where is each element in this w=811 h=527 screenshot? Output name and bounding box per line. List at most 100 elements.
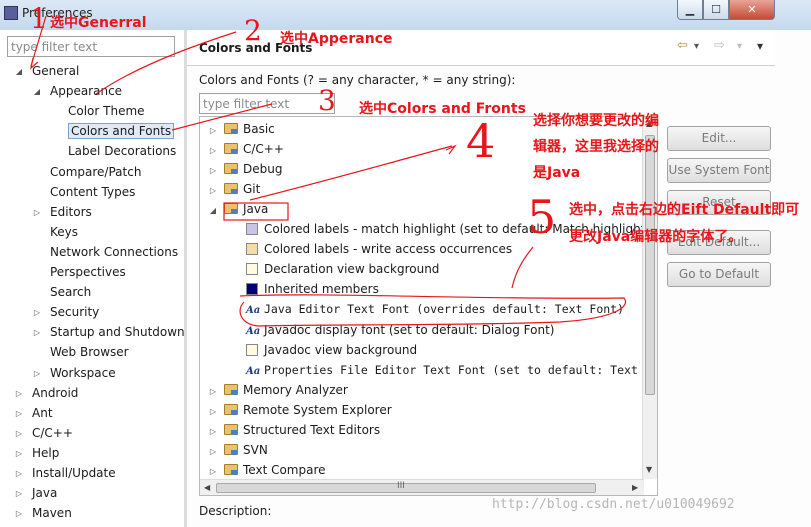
collapsed-twisty-icon[interactable]: ▷ bbox=[14, 444, 24, 463]
scroll-left-icon[interactable]: ◀ bbox=[204, 483, 210, 492]
color-font-tree-item[interactable]: Aa Properties File Editor Text Font (set … bbox=[246, 361, 657, 380]
vertical-scroll-thumb[interactable] bbox=[645, 135, 655, 395]
color-swatch-icon bbox=[246, 343, 258, 356]
pref-tree-item[interactable]: ▷ Maven bbox=[14, 504, 72, 523]
pref-tree-item[interactable]: Colors and Fonts bbox=[50, 122, 175, 141]
step-5-note-line1: 选中，点击右边的Eift Default即可 bbox=[569, 202, 800, 218]
minimize-button[interactable]: ▁ bbox=[677, 0, 703, 20]
collapsed-twisty-icon[interactable] bbox=[32, 183, 42, 202]
pref-tree-item[interactable]: Content Types bbox=[32, 183, 135, 202]
collapsed-twisty-icon[interactable]: ▷ bbox=[32, 364, 42, 383]
collapsed-twisty-icon[interactable]: ▷ bbox=[208, 402, 218, 421]
pref-tree-item[interactable]: ▷ Help bbox=[14, 444, 59, 463]
color-font-tree-item[interactable]: ▷ Structured Text Editors bbox=[208, 421, 380, 440]
edit-button[interactable]: Edit... bbox=[667, 126, 771, 151]
pref-tree-item-label: Java bbox=[32, 486, 58, 501]
horizontal-scrollbar[interactable]: ◀ III ▶ bbox=[200, 479, 644, 495]
maximize-button[interactable]: ☐ bbox=[703, 0, 729, 20]
collapsed-twisty-icon[interactable]: ▷ bbox=[14, 404, 24, 423]
pref-tree-item[interactable]: ▷ Startup and Shutdown bbox=[32, 323, 185, 342]
collapsed-twisty-icon[interactable]: ▷ bbox=[208, 161, 218, 180]
collapsed-twisty-icon[interactable]: ▷ bbox=[14, 424, 24, 443]
color-font-tree-item[interactable]: ◢ Java bbox=[208, 200, 268, 219]
color-font-tree-item[interactable]: Colored labels - write access occurrence… bbox=[246, 240, 512, 259]
collapsed-twisty-icon[interactable]: ▷ bbox=[208, 181, 218, 200]
pref-tree-item[interactable]: ▷ C/C++ bbox=[14, 424, 73, 443]
color-font-tree-item[interactable]: Declaration view background bbox=[246, 260, 439, 279]
pref-tree-item[interactable]: Compare/Patch bbox=[32, 163, 141, 182]
collapsed-twisty-icon[interactable] bbox=[32, 263, 42, 282]
color-font-tree-item[interactable]: Inherited members bbox=[246, 280, 379, 299]
scroll-right-icon[interactable]: ▶ bbox=[632, 483, 638, 492]
collapsed-twisty-icon[interactable]: ▷ bbox=[14, 484, 24, 503]
pref-tree-item[interactable]: ▷ Ant bbox=[14, 404, 53, 423]
vertical-scrollbar[interactable]: ▲ ▼ bbox=[642, 117, 657, 479]
collapsed-twisty-icon[interactable] bbox=[50, 122, 60, 141]
pref-tree-item[interactable]: ◢ General bbox=[14, 62, 79, 81]
collapsed-twisty-icon[interactable]: ▷ bbox=[32, 303, 42, 322]
close-button[interactable]: ✕ bbox=[729, 0, 775, 20]
collapsed-twisty-icon[interactable] bbox=[32, 163, 42, 182]
collapsed-twisty-icon[interactable]: ▷ bbox=[208, 382, 218, 401]
color-font-tree-item[interactable]: ▷ SVN bbox=[208, 441, 268, 460]
expanded-twisty-icon[interactable]: ◢ bbox=[14, 62, 24, 81]
collapsed-twisty-icon[interactable] bbox=[50, 102, 60, 121]
color-font-tree-item[interactable]: ▷ Git bbox=[208, 180, 260, 199]
color-font-tree-item[interactable]: Aa Java Editor Text Font (overrides defau… bbox=[246, 300, 624, 319]
color-font-tree-item[interactable]: ▷ Text Compare bbox=[208, 461, 326, 480]
pref-tree-item[interactable]: ▷ Editors bbox=[32, 203, 92, 222]
back-arrow-icon[interactable]: ⇦ bbox=[677, 38, 688, 53]
collapsed-twisty-icon[interactable]: ▷ bbox=[14, 504, 24, 523]
collapsed-twisty-icon[interactable]: ▷ bbox=[14, 384, 24, 403]
collapsed-twisty-icon[interactable] bbox=[32, 223, 42, 242]
pref-tree-item[interactable]: Search bbox=[32, 283, 91, 302]
pref-tree-item[interactable]: ▷ Workspace bbox=[32, 364, 116, 383]
pref-tree-item[interactable]: Network Connections bbox=[32, 243, 178, 262]
color-font-tree-item[interactable]: Javadoc view background bbox=[246, 341, 417, 360]
pref-tree-item[interactable]: Web Browser bbox=[32, 343, 129, 362]
collapsed-twisty-icon[interactable]: ▷ bbox=[208, 442, 218, 461]
pref-tree-item[interactable]: ▷ Java bbox=[14, 484, 57, 503]
go-to-default-button[interactable]: Go to Default bbox=[667, 262, 771, 287]
collapsed-twisty-icon[interactable]: ▷ bbox=[208, 121, 218, 140]
collapsed-twisty-icon[interactable]: ▷ bbox=[14, 464, 24, 483]
pref-tree-item[interactable]: ▷ Security bbox=[32, 303, 99, 322]
collapsed-twisty-icon[interactable] bbox=[32, 243, 42, 262]
collapsed-twisty-icon[interactable] bbox=[50, 142, 60, 161]
back-menu-icon[interactable]: ▾ bbox=[694, 41, 699, 52]
collapsed-twisty-icon[interactable]: ▷ bbox=[208, 462, 218, 481]
color-font-tree-item[interactable]: ▷ Debug bbox=[208, 160, 283, 180]
collapsed-twisty-icon[interactable]: ▷ bbox=[208, 141, 218, 160]
pref-tree-item-label: Install/Update bbox=[32, 466, 116, 480]
scroll-down-icon[interactable]: ▼ bbox=[646, 465, 652, 474]
collapsed-twisty-icon[interactable]: ▷ bbox=[32, 323, 42, 342]
color-font-tree-item[interactable]: Aa Javadoc display font (set to default: … bbox=[246, 321, 554, 340]
collapsed-twisty-icon[interactable] bbox=[32, 343, 42, 362]
colors-filter-input[interactable]: type filter text bbox=[199, 93, 335, 114]
forward-menu-icon[interactable]: ▾ bbox=[737, 41, 742, 52]
collapsed-twisty-icon[interactable]: ▷ bbox=[32, 203, 42, 222]
horizontal-scroll-thumb[interactable]: III bbox=[216, 481, 596, 493]
pref-tree-item[interactable]: ▷ Android bbox=[14, 384, 78, 403]
pref-tree-item-label: Workspace bbox=[50, 365, 116, 380]
forward-arrow-icon[interactable]: ⇨ bbox=[714, 38, 725, 53]
color-font-tree-item[interactable]: ▷ Remote System Explorer bbox=[208, 401, 392, 420]
pref-tree-item[interactable]: Color Theme bbox=[50, 102, 145, 121]
tree-filter-input[interactable]: type filter text bbox=[7, 36, 175, 57]
collapsed-twisty-icon[interactable] bbox=[32, 283, 42, 302]
pref-tree-item-label: Editors bbox=[50, 204, 92, 219]
color-font-tree-item[interactable]: ▷ C/C++ bbox=[208, 140, 284, 159]
expanded-twisty-icon[interactable]: ◢ bbox=[32, 82, 42, 101]
expanded-twisty-icon[interactable]: ◢ bbox=[208, 201, 218, 220]
color-font-tree-item[interactable]: ▷ Memory Analyzer bbox=[208, 381, 348, 400]
pref-tree-item[interactable]: Keys bbox=[32, 223, 78, 242]
pref-tree-item[interactable]: ▷ Install/Update bbox=[14, 464, 116, 483]
color-font-tree-item[interactable]: ▷ Basic bbox=[208, 120, 275, 139]
view-menu-icon[interactable]: ▾ bbox=[757, 39, 763, 53]
use-system-font-button[interactable]: Use System Font bbox=[667, 158, 771, 183]
pref-tree-item[interactable]: Perspectives bbox=[32, 263, 126, 282]
pref-tree-item[interactable]: Label Decorations bbox=[50, 142, 176, 161]
description-label: Description: bbox=[199, 504, 272, 518]
collapsed-twisty-icon[interactable]: ▷ bbox=[208, 422, 218, 441]
pref-tree-item[interactable]: ◢ Appearance bbox=[32, 82, 122, 101]
